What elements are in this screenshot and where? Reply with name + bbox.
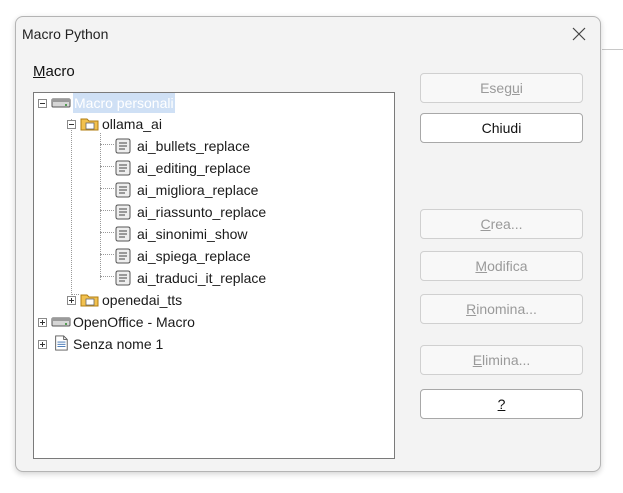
script-icon xyxy=(115,204,131,220)
folder-icon xyxy=(80,294,99,307)
elimina-button[interactable]: Elimina... xyxy=(420,345,583,375)
close-button[interactable] xyxy=(564,21,594,47)
tree-label[interactable]: ai_editing_replace xyxy=(137,158,251,178)
esegui-button[interactable]: Esegui xyxy=(420,73,583,103)
tree-node-macro[interactable]: ai_editing_replace xyxy=(34,158,394,178)
collapse-toggle[interactable] xyxy=(67,120,76,129)
expand-toggle[interactable] xyxy=(67,296,76,305)
tree-node-macro[interactable]: ai_bullets_replace xyxy=(34,136,394,156)
chiudi-button[interactable]: Chiudi xyxy=(420,113,583,143)
drive-icon xyxy=(51,98,71,108)
tree-label[interactable]: ai_spiega_replace xyxy=(137,246,251,266)
help-button[interactable]: ? xyxy=(420,389,583,419)
tree-node-macro-personali[interactable]: Macro personali xyxy=(34,93,394,113)
crea-button[interactable]: Crea... xyxy=(420,209,583,239)
expand-toggle[interactable] xyxy=(38,340,47,349)
background-divider xyxy=(602,49,623,50)
folder-icon xyxy=(80,118,99,131)
tree-node-senza-nome[interactable]: Senza nome 1 xyxy=(34,334,394,354)
drive-icon xyxy=(51,317,71,327)
macro-tree[interactable]: Macro personali ollama_ai ai_bullets_rep… xyxy=(33,92,395,459)
document-icon xyxy=(55,335,68,351)
tree-label[interactable]: OpenOffice - Macro xyxy=(73,312,195,332)
tree-label[interactable]: ai_traduci_it_replace xyxy=(137,268,266,288)
dialog-title: Macro Python xyxy=(22,26,109,42)
tree-label[interactable]: ai_migliora_replace xyxy=(137,180,258,200)
expand-toggle[interactable] xyxy=(38,318,47,327)
tree-label[interactable]: ai_bullets_replace xyxy=(137,136,250,156)
modifica-button[interactable]: Modifica xyxy=(420,251,583,281)
tree-label[interactable]: ai_riassunto_replace xyxy=(137,202,266,222)
close-icon xyxy=(572,27,586,41)
tree-node-macro[interactable]: ai_traduci_it_replace xyxy=(34,268,394,288)
tree-node-macro[interactable]: ai_riassunto_replace xyxy=(34,202,394,222)
tree-label[interactable]: openedai_tts xyxy=(102,290,182,310)
script-icon xyxy=(115,182,131,198)
macro-python-dialog: Macro Python Macro Macro personali ollam… xyxy=(15,16,601,472)
tree-label[interactable]: Macro personali xyxy=(73,93,175,113)
tree-label[interactable]: ai_sinonimi_show xyxy=(137,224,248,244)
macro-label: Macro xyxy=(33,63,75,80)
collapse-toggle[interactable] xyxy=(38,99,47,108)
tree-node-macro[interactable]: ai_spiega_replace xyxy=(34,246,394,266)
tree-node-macro[interactable]: ai_migliora_replace xyxy=(34,180,394,200)
tree-label[interactable]: Senza nome 1 xyxy=(73,334,163,354)
tree-label[interactable]: ollama_ai xyxy=(102,114,162,134)
tree-node-ollama-ai[interactable]: ollama_ai xyxy=(34,114,394,134)
tree-node-macro[interactable]: ai_sinonimi_show xyxy=(34,224,394,244)
script-icon xyxy=(115,248,131,264)
tree-node-openedai-tts[interactable]: openedai_tts xyxy=(34,290,394,310)
script-icon xyxy=(115,226,131,242)
tree-node-openoffice-macro[interactable]: OpenOffice - Macro xyxy=(34,312,394,332)
script-icon xyxy=(115,160,131,176)
rinomina-button[interactable]: Rinomina... xyxy=(420,294,583,324)
script-icon xyxy=(115,270,131,286)
script-icon xyxy=(115,138,131,154)
